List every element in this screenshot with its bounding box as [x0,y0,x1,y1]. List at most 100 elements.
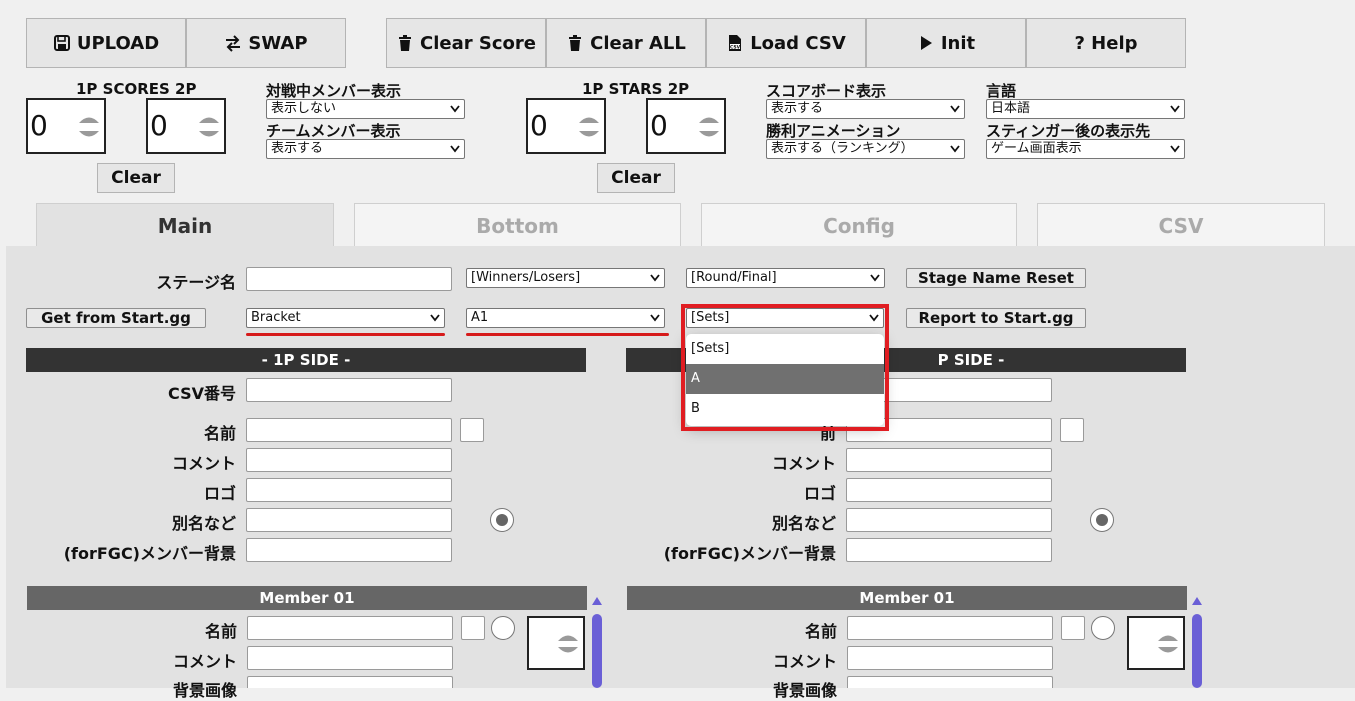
p1-csv-input[interactable] [246,378,452,402]
load-csv-button[interactable]: CSV Load CSV [706,18,866,68]
round-final-value: [Round/Final] [691,270,777,285]
help-button[interactable]: ? Help [1026,18,1186,68]
swap-button[interactable]: SWAP [186,18,346,68]
stepper-down-icon[interactable] [555,644,581,660]
report-to-startgg-button[interactable]: Report to Start.gg [906,308,1086,328]
p1-member-scrollbar[interactable] [592,614,602,688]
stepper-up-icon[interactable] [196,110,222,126]
p1-score-input[interactable]: 0 [26,98,106,154]
get-from-startgg-button[interactable]: Get from Start.gg [26,308,206,328]
load-csv-label: Load CSV [750,32,846,54]
stage-name-label: ステージ名 [156,273,236,292]
p2-alias-input[interactable] [846,508,1052,532]
annotation-highlight-box [681,304,889,431]
round-final-select[interactable]: [Round/Final] [686,268,885,288]
stepper-up-icon[interactable] [576,110,602,126]
p2-member-comment-input[interactable] [847,646,1053,670]
p1-alias-radio[interactable] [490,508,514,532]
win-animation-select[interactable]: 表示する（ランキング） [766,139,965,159]
swap-label: SWAP [248,32,308,54]
p2-stars-value: 0 [650,109,668,142]
p2-bg-input[interactable] [846,538,1052,562]
p2-name-checkbox[interactable] [1060,418,1084,442]
p1-member-radio[interactable] [491,616,515,640]
p1-bg-input[interactable] [246,538,452,562]
stinger-select[interactable]: ゲーム画面表示 [986,139,1185,159]
stepper-up-icon[interactable] [555,628,581,644]
swap-arrows-icon [226,35,241,52]
bracket-value: Bracket [251,310,301,325]
p2-member-radio[interactable] [1091,616,1115,640]
tab-bottom[interactable]: Bottom [354,203,681,247]
scoreboard-select[interactable]: 表示する [766,99,965,119]
p2-stars-input[interactable]: 0 [646,98,726,154]
scroll-up-icon[interactable] [1191,596,1203,606]
p1-bg-label: (forFGC)メンバー背景 [63,544,236,563]
clear-scores-button[interactable]: Clear [97,163,175,193]
p1-member-name-input[interactable] [247,616,453,640]
p1-member-bg-label: 背景画像 [172,681,237,700]
p2-member-header: Member 01 [627,586,1187,610]
stepper-up-icon[interactable] [696,110,722,126]
current-member-select[interactable]: 表示しない [266,99,465,119]
p1-comment-input[interactable] [246,448,452,472]
p1-logo-label: ロゴ [203,484,236,503]
clear-all-label: Clear ALL [590,32,686,54]
stepper-down-icon[interactable] [76,128,102,144]
p2-logo-input[interactable] [846,478,1052,502]
winners-losers-select[interactable]: [Winners/Losers] [466,268,665,288]
stage-name-reset-button[interactable]: Stage Name Reset [906,268,1086,288]
scroll-up-icon[interactable] [591,596,603,606]
stepper-down-icon[interactable] [196,128,222,144]
chevron-down-icon [450,145,460,153]
clear-score-button[interactable]: Clear Score [386,18,546,68]
init-button[interactable]: Init [866,18,1026,68]
stepper-up-icon[interactable] [76,110,102,126]
p1-member-comment-input[interactable] [247,646,453,670]
pool-value: A1 [471,310,489,325]
tab-main[interactable]: Main [36,203,334,247]
p2-member-checkbox[interactable] [1061,616,1085,640]
stepper-down-icon[interactable] [576,128,602,144]
p1-member-bg-input[interactable] [247,676,453,688]
pool-select[interactable]: A1 [466,308,665,328]
team-member-select[interactable]: 表示する [266,139,465,159]
p1-stars-input[interactable]: 0 [526,98,606,154]
stepper-up-icon[interactable] [1155,628,1181,644]
upload-button[interactable]: UPLOAD [26,18,186,68]
p1-member-stepper[interactable] [527,616,585,670]
p2-alias-radio[interactable] [1090,508,1114,532]
p2-member-comment-label: コメント [772,652,837,671]
p1-member-checkbox[interactable] [461,616,485,640]
radio-dot [1096,514,1108,526]
p1-name-input[interactable] [246,418,452,442]
p1-alias-input[interactable] [246,508,452,532]
p2-member-name-input[interactable] [847,616,1053,640]
stage-name-reset-label: Stage Name Reset [918,269,1074,287]
p2-comment-input[interactable] [846,448,1052,472]
winners-losers-value: [Winners/Losers] [471,270,581,285]
chevron-down-icon [650,274,660,282]
clear-all-button[interactable]: Clear ALL [546,18,706,68]
chevron-down-icon [1170,145,1180,153]
tab-config[interactable]: Config [701,203,1017,247]
chevron-down-icon [870,274,880,282]
clear-stars-button[interactable]: Clear [597,163,675,193]
stepper-down-icon[interactable] [696,128,722,144]
tab-csv[interactable]: CSV [1037,203,1325,247]
p1-logo-input[interactable] [246,478,452,502]
p2-member-scrollbar[interactable] [1192,614,1202,688]
p1-name-checkbox[interactable] [460,418,484,442]
p2-member-bg-input[interactable] [847,676,1053,688]
p2-score-value: 0 [150,109,168,142]
p2-member-stepper[interactable] [1127,616,1185,670]
team-member-value: 表示する [271,141,324,156]
bracket-select[interactable]: Bracket [246,308,445,328]
language-select[interactable]: 日本語 [986,99,1185,119]
radio-dot [496,514,508,526]
p1-score-value: 0 [30,109,48,142]
stepper-down-icon[interactable] [1155,644,1181,660]
help-label: ? Help [1074,32,1138,54]
p2-score-input[interactable]: 0 [146,98,226,154]
stage-name-input[interactable] [246,267,452,291]
